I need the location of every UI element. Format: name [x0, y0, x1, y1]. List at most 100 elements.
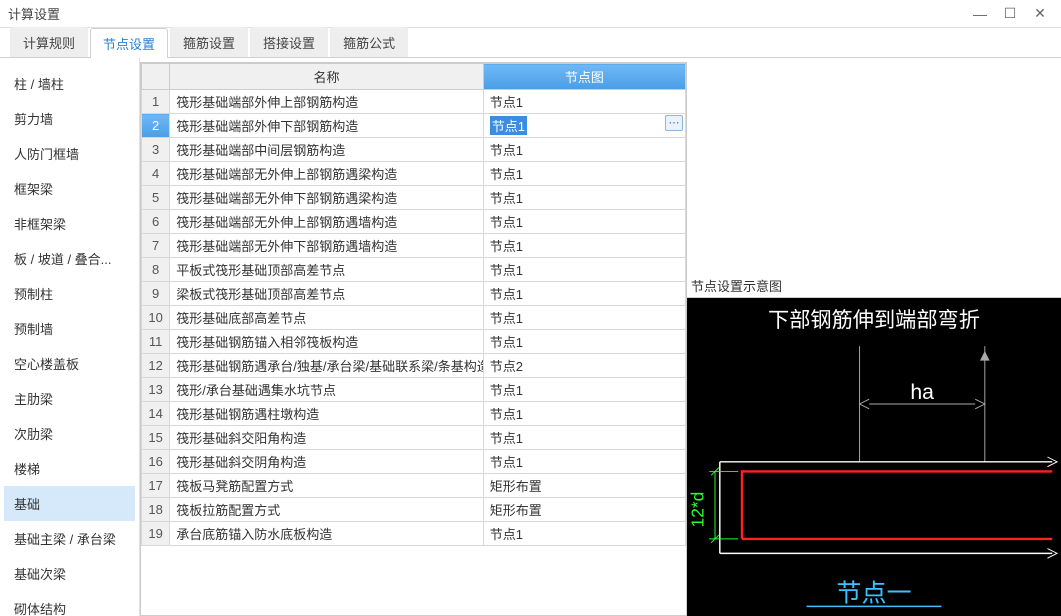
cell-name[interactable]: 筏形基础钢筋锚入相邻筏板构造 — [170, 330, 483, 354]
row-number[interactable]: 6 — [142, 210, 170, 234]
cell-name[interactable]: 筏形基础斜交阳角构造 — [170, 426, 483, 450]
cell-node[interactable]: 节点1 — [483, 450, 685, 474]
sidebar-item-foundation-beam[interactable]: 基础主梁 / 承台梁 — [4, 521, 135, 556]
sidebar-item-main-rib[interactable]: 主肋梁 — [4, 381, 135, 416]
cell-name[interactable]: 筏形基础钢筋遇承台/独基/承台梁/基础联系梁/条基构造 — [170, 354, 483, 378]
cell-node[interactable]: 节点1 — [483, 90, 685, 114]
table-row[interactable]: 9梁板式筏形基础顶部高差节点节点1 — [142, 282, 686, 306]
cell-name[interactable]: 筏形基础端部无外伸下部钢筋遇墙构造 — [170, 234, 483, 258]
row-number[interactable]: 3 — [142, 138, 170, 162]
table-row[interactable]: 6筏形基础端部无外伸上部钢筋遇墙构造节点1 — [142, 210, 686, 234]
ellipsis-button[interactable]: ⋯ — [665, 115, 683, 131]
tab-node-settings[interactable]: 节点设置 — [90, 28, 168, 58]
row-number[interactable]: 11 — [142, 330, 170, 354]
cell-name[interactable]: 筏形/承台基础遇集水坑节点 — [170, 378, 483, 402]
cell-name[interactable]: 筏形基础底部高差节点 — [170, 306, 483, 330]
sidebar-item-defense-frame[interactable]: 人防门框墙 — [4, 136, 135, 171]
sidebar-item-precast-column[interactable]: 预制柱 — [4, 276, 135, 311]
cell-node[interactable]: 矩形布置 — [483, 498, 685, 522]
grid-header-name[interactable]: 名称 — [170, 64, 483, 90]
table-row[interactable]: 12筏形基础钢筋遇承台/独基/承台梁/基础联系梁/条基构造节点2 — [142, 354, 686, 378]
close-button[interactable]: ✕ — [1031, 5, 1049, 22]
sidebar-item-foundation-secondary[interactable]: 基础次梁 — [4, 556, 135, 591]
cell-node[interactable]: 矩形布置 — [483, 474, 685, 498]
cell-node[interactable]: 节点1 — [483, 306, 685, 330]
row-number[interactable]: 14 — [142, 402, 170, 426]
table-row[interactable]: 4筏形基础端部无外伸上部钢筋遇梁构造节点1 — [142, 162, 686, 186]
tab-lap-settings[interactable]: 搭接设置 — [250, 27, 328, 57]
sidebar-item-foundation[interactable]: 基础 — [4, 486, 135, 521]
cell-name[interactable]: 筏板拉筋配置方式 — [170, 498, 483, 522]
tab-calc-rules[interactable]: 计算规则 — [10, 27, 88, 57]
table-row[interactable]: 17筏板马凳筋配置方式矩形布置 — [142, 474, 686, 498]
table-row[interactable]: 19承台底筋锚入防水底板构造节点1 — [142, 522, 686, 546]
tab-stirrup-settings[interactable]: 箍筋设置 — [170, 27, 248, 57]
row-number[interactable]: 1 — [142, 90, 170, 114]
cell-node[interactable]: 节点1 — [483, 138, 685, 162]
cell-node[interactable]: 节点1 — [483, 282, 685, 306]
row-number[interactable]: 18 — [142, 498, 170, 522]
row-number[interactable]: 2 — [142, 114, 170, 138]
row-number[interactable]: 8 — [142, 258, 170, 282]
cell-name[interactable]: 筏形基础斜交阴角构造 — [170, 450, 483, 474]
cell-node[interactable]: 节点1 — [483, 186, 685, 210]
cell-node[interactable]: 节点1 — [483, 210, 685, 234]
table-row[interactable]: 18筏板拉筋配置方式矩形布置 — [142, 498, 686, 522]
table-row[interactable]: 15筏形基础斜交阳角构造节点1 — [142, 426, 686, 450]
sidebar-item-nonframe-beam[interactable]: 非框架梁 — [4, 206, 135, 241]
table-row[interactable]: 3筏形基础端部中间层钢筋构造节点1 — [142, 138, 686, 162]
tab-stirrup-formula[interactable]: 箍筋公式 — [330, 27, 408, 57]
row-number[interactable]: 15 — [142, 426, 170, 450]
sidebar-item-shearwall[interactable]: 剪力墙 — [4, 101, 135, 136]
table-row[interactable]: 7筏形基础端部无外伸下部钢筋遇墙构造节点1 — [142, 234, 686, 258]
row-number[interactable]: 5 — [142, 186, 170, 210]
table-row[interactable]: 8平板式筏形基础顶部高差节点节点1 — [142, 258, 686, 282]
cell-node[interactable]: 节点1 — [483, 258, 685, 282]
cell-name[interactable]: 筏形基础钢筋遇柱墩构造 — [170, 402, 483, 426]
row-number[interactable]: 9 — [142, 282, 170, 306]
maximize-button[interactable]: ☐ — [1001, 5, 1019, 22]
sidebar-item-frame-beam[interactable]: 框架梁 — [4, 171, 135, 206]
sidebar-item-secondary-rib[interactable]: 次肋梁 — [4, 416, 135, 451]
row-number[interactable]: 19 — [142, 522, 170, 546]
table-row[interactable]: 13筏形/承台基础遇集水坑节点节点1 — [142, 378, 686, 402]
cell-name[interactable]: 筏形基础端部无外伸上部钢筋遇墙构造 — [170, 210, 483, 234]
sidebar-item-slab[interactable]: 板 / 坡道 / 叠合... — [4, 241, 135, 276]
minimize-button[interactable]: — — [971, 6, 989, 22]
cell-name[interactable]: 梁板式筏形基础顶部高差节点 — [170, 282, 483, 306]
cell-name[interactable]: 平板式筏形基础顶部高差节点 — [170, 258, 483, 282]
cell-node[interactable]: 节点1 — [483, 402, 685, 426]
cell-name[interactable]: 筏板马凳筋配置方式 — [170, 474, 483, 498]
table-row[interactable]: 10筏形基础底部高差节点节点1 — [142, 306, 686, 330]
sidebar-item-precast-wall[interactable]: 预制墙 — [4, 311, 135, 346]
row-number[interactable]: 17 — [142, 474, 170, 498]
sidebar-item-hollow-slab[interactable]: 空心楼盖板 — [4, 346, 135, 381]
cell-name[interactable]: 筏形基础端部无外伸上部钢筋遇梁构造 — [170, 162, 483, 186]
sidebar-item-masonry[interactable]: 砌体结构 — [4, 591, 135, 616]
table-row[interactable]: 5筏形基础端部无外伸下部钢筋遇梁构造节点1 — [142, 186, 686, 210]
cell-node[interactable]: 节点2 — [483, 354, 685, 378]
sidebar-item-stair[interactable]: 楼梯 — [4, 451, 135, 486]
sidebar-item-column[interactable]: 柱 / 墙柱 — [4, 66, 135, 101]
cell-node[interactable]: 节点1 — [483, 330, 685, 354]
cell-name[interactable]: 承台底筋锚入防水底板构造 — [170, 522, 483, 546]
row-number[interactable]: 10 — [142, 306, 170, 330]
table-row[interactable]: 2筏形基础端部外伸下部钢筋构造节点1 ⋯ — [142, 114, 686, 138]
row-number[interactable]: 4 — [142, 162, 170, 186]
cell-name[interactable]: 筏形基础端部外伸上部钢筋构造 — [170, 90, 483, 114]
table-row[interactable]: 14筏形基础钢筋遇柱墩构造节点1 — [142, 402, 686, 426]
row-number[interactable]: 12 — [142, 354, 170, 378]
row-number[interactable]: 16 — [142, 450, 170, 474]
cell-node[interactable]: 节点1 — [483, 162, 685, 186]
cell-node[interactable]: 节点1 — [483, 426, 685, 450]
cell-edit-value[interactable]: 节点1 — [490, 116, 527, 135]
cell-name[interactable]: 筏形基础端部无外伸下部钢筋遇梁构造 — [170, 186, 483, 210]
cell-name[interactable]: 筏形基础端部外伸下部钢筋构造 — [170, 114, 483, 138]
cell-node[interactable]: 节点1 — [483, 234, 685, 258]
row-number[interactable]: 13 — [142, 378, 170, 402]
table-row[interactable]: 1筏形基础端部外伸上部钢筋构造节点1 — [142, 90, 686, 114]
settings-grid[interactable]: 名称 节点图 1筏形基础端部外伸上部钢筋构造节点12筏形基础端部外伸下部钢筋构造… — [141, 63, 686, 546]
table-row[interactable]: 16筏形基础斜交阴角构造节点1 — [142, 450, 686, 474]
cell-name[interactable]: 筏形基础端部中间层钢筋构造 — [170, 138, 483, 162]
cell-node[interactable]: 节点1 ⋯ — [483, 114, 685, 138]
